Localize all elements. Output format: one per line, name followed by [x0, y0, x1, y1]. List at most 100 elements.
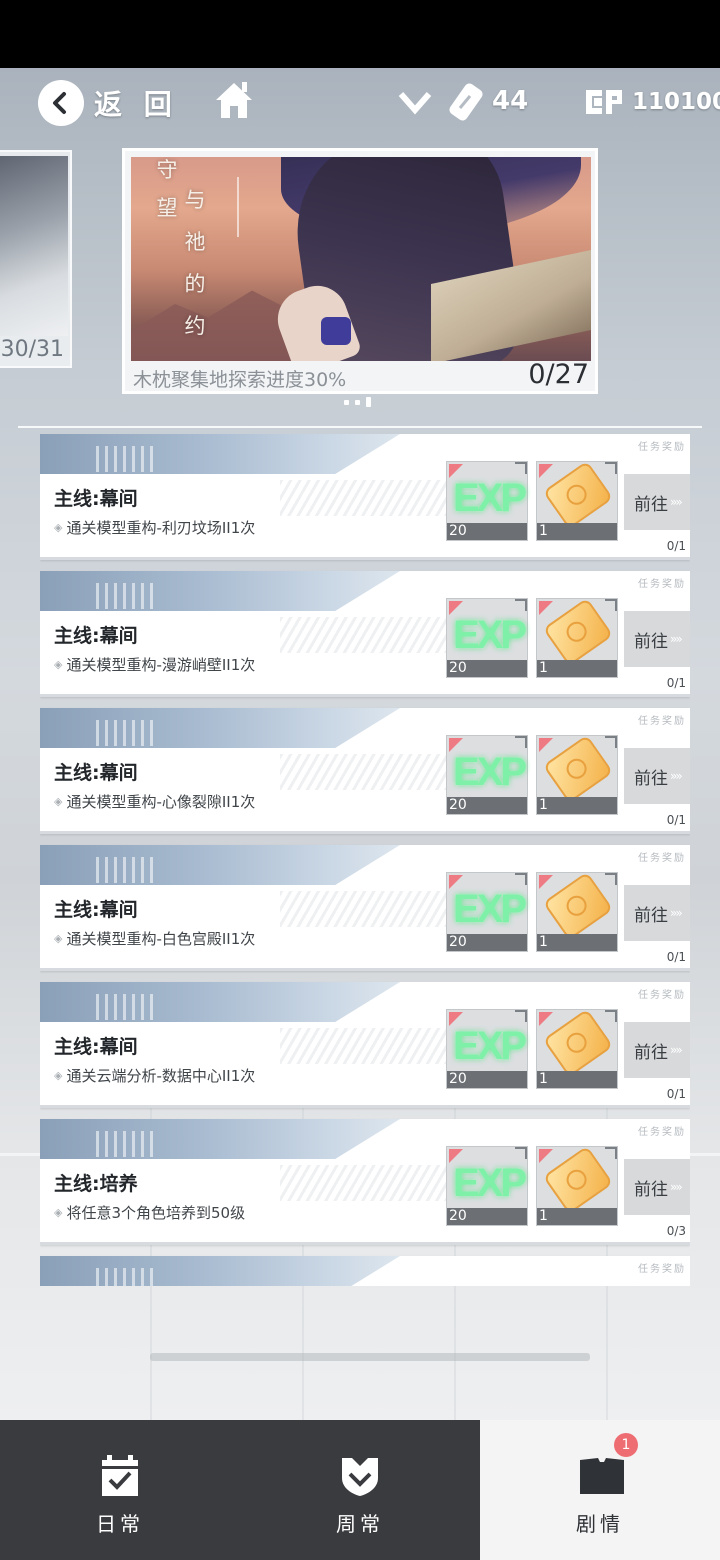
notification-badge: 1 — [614, 1433, 638, 1457]
quest-desc-text: 将任意3个角色培养到50级 — [66, 1204, 246, 1222]
rarity-corner — [539, 1149, 553, 1163]
quest-banner — [40, 434, 400, 474]
arrows-icon: »» — [670, 495, 683, 509]
quest-list[interactable]: 任务奖励 主线:幕间 ◈ 通关模型重构-利刃坟场II1次 EXP 20 1 前往»… — [40, 434, 690, 1286]
chevron-down-icon[interactable] — [398, 88, 432, 116]
bracket-deco — [515, 1147, 527, 1159]
bracket-deco — [605, 873, 617, 885]
reward-count: 20 — [447, 660, 527, 677]
bracket-deco — [515, 736, 527, 748]
bracket-deco — [515, 462, 527, 474]
reward-exp[interactable]: EXP 20 — [446, 461, 528, 541]
quest-row: 任务奖励 主线:幕间 ◈ 通关云端分析-数据中心II1次 EXP 20 1 前往»… — [40, 982, 690, 1108]
bracket-deco — [515, 873, 527, 885]
art-text: 祂 — [184, 230, 206, 254]
cp-icon — [584, 88, 626, 116]
diamond-icon: ◈ — [54, 1069, 63, 1082]
quest-row: 任务奖励 主线:幕间 ◈ 通关模型重构-利刃坟场II1次 EXP 20 1 前往»… — [40, 434, 690, 560]
tab-story[interactable]: 剧情 — [480, 1420, 720, 1560]
go-button[interactable]: 前往»» — [624, 611, 690, 667]
reward-exp[interactable]: EXP 20 — [446, 1146, 528, 1226]
quest-title: 主线:幕间 — [54, 899, 138, 921]
back-button[interactable]: 返 回 — [38, 80, 178, 126]
tab-weekly[interactable]: 周常 — [240, 1420, 480, 1560]
tab-daily[interactable]: 日常 — [0, 1420, 240, 1560]
banner-deco — [96, 857, 156, 883]
reward-ticket[interactable]: 1 — [536, 1145, 618, 1226]
go-button[interactable]: 前往»» — [624, 1022, 690, 1078]
quest-row: 任务奖励 主线:培养 ◈ 将任意3个角色培养到50级 EXP 20 1 前往»» … — [40, 1119, 690, 1245]
quest-banner — [40, 1119, 400, 1159]
reward-count: 20 — [447, 934, 527, 951]
reward-count: 20 — [447, 1071, 527, 1088]
bracket-deco — [605, 1147, 617, 1159]
ticket-icon — [542, 597, 614, 667]
reward-exp[interactable]: EXP 20 — [446, 1009, 528, 1089]
diamond-icon: ◈ — [54, 795, 63, 808]
home-icon[interactable] — [212, 78, 256, 122]
quest-desc: ◈ 将任意3个角色培养到50级 — [54, 1202, 245, 1223]
reward-exp[interactable]: EXP 20 — [446, 598, 528, 678]
chapter-caption: 木枕聚集地探索进度30% — [133, 369, 347, 391]
reward-count: 20 — [447, 523, 527, 540]
reward-exp[interactable]: EXP 20 — [446, 735, 528, 815]
carousel-dot — [344, 400, 349, 405]
go-button[interactable]: 前往»» — [624, 748, 690, 804]
go-button[interactable]: 前往»» — [624, 1159, 690, 1215]
carousel-dot — [355, 400, 360, 405]
quest-progress: 0/1 — [666, 813, 686, 827]
go-button[interactable]: 前往»» — [624, 885, 690, 941]
art-text: 约 — [184, 314, 206, 338]
ticket-icon — [542, 734, 614, 804]
quest-banner — [40, 1256, 400, 1286]
rarity-corner — [539, 1012, 553, 1026]
quest-desc-text: 通关云端分析-数据中心II1次 — [66, 1067, 256, 1085]
ticket-icon — [542, 1008, 614, 1078]
back-arrow-icon — [38, 80, 84, 126]
banner-deco — [96, 994, 156, 1020]
chapter-progress-count: 30/31 — [0, 337, 64, 362]
chapter-card-current[interactable]: 守 望 与 祂 的 约 木枕聚集地探索进度30% 0/27 — [122, 148, 598, 394]
art-band — [321, 317, 351, 345]
banner-deco — [96, 446, 156, 472]
go-label: 前往 — [634, 494, 668, 515]
book-icon — [578, 1454, 624, 1498]
quest-desc-text: 通关模型重构-心像裂隙II1次 — [66, 793, 256, 811]
reward-tag: 任务奖励 — [638, 579, 686, 590]
chapter-art — [0, 156, 68, 336]
bracket-deco — [605, 462, 617, 474]
quest-banner — [40, 708, 400, 748]
bracket-deco — [605, 1010, 617, 1022]
exp-icon: EXP — [453, 1161, 527, 1205]
quest-progress: 0/1 — [666, 950, 686, 964]
divider — [18, 426, 702, 428]
exp-icon: EXP — [453, 1024, 527, 1068]
art-line — [237, 177, 239, 237]
reward-ticket[interactable]: 1 — [536, 460, 618, 541]
chapter-art: 守 望 与 祂 的 约 — [131, 157, 591, 361]
reward-ticket[interactable]: 1 — [536, 597, 618, 678]
quest-desc: ◈ 通关模型重构-漫游峭壁II1次 — [54, 654, 255, 675]
go-button[interactable]: 前往»» — [624, 474, 690, 530]
reward-ticket[interactable]: 1 — [536, 734, 618, 815]
reward-ticket[interactable]: 1 — [536, 1008, 618, 1089]
reward-tag: 任务奖励 — [638, 1264, 686, 1275]
carousel-indicator — [344, 397, 371, 407]
shield-emblem-icon — [338, 1454, 382, 1498]
bracket-deco — [515, 1010, 527, 1022]
arrows-icon: »» — [670, 1043, 683, 1057]
quest-desc-text: 通关模型重构-利刃坟场II1次 — [66, 519, 256, 537]
top-nav: 返 回 44 110100 — [0, 68, 720, 138]
reward-tag: 任务奖励 — [638, 990, 686, 1001]
banner-deco — [96, 1131, 156, 1157]
arrows-icon: »» — [670, 1180, 683, 1194]
arrows-icon: »» — [670, 769, 683, 783]
go-label: 前往 — [634, 631, 668, 652]
chapter-card-previous[interactable]: 30/31 — [0, 150, 72, 368]
reward-ticket[interactable]: 1 — [536, 871, 618, 952]
art-text: 的 — [184, 272, 206, 296]
quest-title: 主线:幕间 — [54, 625, 138, 647]
bracket-deco — [605, 599, 617, 611]
reward-exp[interactable]: EXP 20 — [446, 872, 528, 952]
quest-progress: 0/1 — [666, 539, 686, 553]
